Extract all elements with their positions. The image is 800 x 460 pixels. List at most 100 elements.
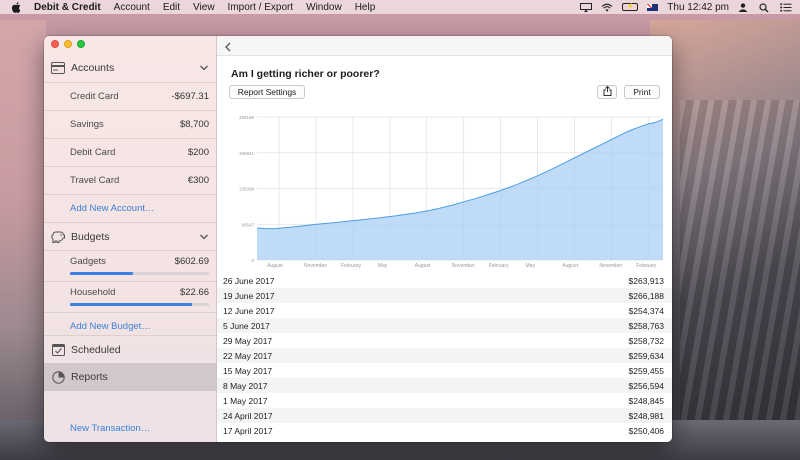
sidebar-item-credit-card[interactable]: Credit Card -$697.31 xyxy=(44,82,217,110)
table-row[interactable]: 22 May 2017 $259,634 xyxy=(217,348,672,363)
row-amount: $254,374 xyxy=(628,306,664,316)
row-amount: $259,634 xyxy=(628,351,664,361)
sidebar-item-travel-card[interactable]: Travel Card €300 xyxy=(44,166,217,194)
sidebar: Accounts Credit Card -$697.31 Savings $8… xyxy=(44,36,217,442)
apple-menu-icon[interactable] xyxy=(11,1,22,13)
account-name: Savings xyxy=(70,119,104,130)
add-new-budget-link[interactable]: Add New Budget… xyxy=(70,321,151,332)
report-pane: Am I getting richer or poorer? Report Se… xyxy=(217,36,672,442)
menu-window[interactable]: Window xyxy=(306,2,342,13)
chart-x-tick-label: May xyxy=(378,263,388,269)
chart-y-tick-label: 198841 xyxy=(239,151,255,156)
chevron-down-icon[interactable] xyxy=(199,232,209,242)
row-date: 19 June 2017 xyxy=(223,291,275,301)
print-button[interactable]: Print xyxy=(624,85,660,99)
table-row[interactable]: 1 May 2017 $248,845 xyxy=(217,393,672,408)
budget-progress-bar xyxy=(70,303,209,306)
share-button[interactable] xyxy=(597,85,617,99)
menu-app-name[interactable]: Debit & Credit xyxy=(34,2,101,13)
table-row[interactable]: 15 May 2017 $259,455 xyxy=(217,363,672,378)
row-date: 1 May 2017 xyxy=(223,396,268,406)
add-new-account-link[interactable]: Add New Account… xyxy=(70,203,155,214)
menu-view[interactable]: View xyxy=(193,2,215,13)
app-window: Accounts Credit Card -$697.31 Savings $8… xyxy=(44,36,672,442)
row-amount: $256,594 xyxy=(628,381,664,391)
table-row[interactable]: 8 May 2017 $256,594 xyxy=(217,378,672,393)
report-title: Am I getting richer or poorer? xyxy=(231,68,380,80)
row-date: 29 May 2017 xyxy=(223,336,273,346)
list-icon[interactable] xyxy=(780,2,792,12)
back-chevron-icon[interactable] xyxy=(223,40,233,52)
desktop-wallpaper-left xyxy=(0,20,46,460)
sidebar-item-gadgets[interactable]: Gadgets $602.69 xyxy=(44,250,217,281)
chevron-down-icon[interactable] xyxy=(199,63,209,73)
row-amount: $248,845 xyxy=(628,396,664,406)
chart-y-tick-label: 268188 xyxy=(239,115,255,120)
sidebar-section-budgets[interactable]: Budgets xyxy=(44,222,217,250)
sidebar-item-reports[interactable]: Reports xyxy=(44,363,217,391)
chart-svg: 268188 198841 135099 68547 0 August November Fe… xyxy=(239,115,664,269)
budget-progress-bar xyxy=(70,272,209,275)
sidebar-section-accounts[interactable]: Accounts xyxy=(44,54,217,82)
reports-label: Reports xyxy=(71,371,108,383)
menu-import-export[interactable]: Import / Export xyxy=(228,2,294,13)
table-row[interactable]: 26 June 2017 $263,913 xyxy=(217,273,672,288)
spotlight-icon[interactable] xyxy=(759,2,771,12)
airplay-icon[interactable] xyxy=(580,2,593,12)
row-amount: $263,913 xyxy=(628,276,664,286)
battery-icon[interactable]: ⚡ xyxy=(622,3,639,11)
sidebar-item-scheduled[interactable]: Scheduled xyxy=(44,335,217,363)
close-window-button[interactable] xyxy=(51,40,59,48)
user-icon[interactable] xyxy=(738,2,750,12)
share-icon xyxy=(603,85,612,98)
accounts-label: Accounts xyxy=(71,62,115,74)
menu-edit[interactable]: Edit xyxy=(163,2,180,13)
sidebar-item-savings[interactable]: Savings $8,700 xyxy=(44,110,217,138)
scheduled-label: Scheduled xyxy=(71,343,121,356)
row-amount: $250,406 xyxy=(628,426,664,436)
menu-help[interactable]: Help xyxy=(355,2,376,13)
accounts-icon xyxy=(51,61,65,75)
table-row[interactable]: 19 June 2017 $266,188 xyxy=(217,288,672,303)
calendar-icon xyxy=(51,343,65,357)
account-balance: €300 xyxy=(187,175,209,186)
report-settings-button[interactable]: Report Settings xyxy=(229,85,305,99)
chart-x-tick-label: February xyxy=(636,263,657,269)
table-row[interactable]: 5 June 2017 $258,763 xyxy=(217,318,672,333)
table-row[interactable]: 17 April 2017 $250,406 xyxy=(217,423,672,438)
desktop-wallpaper-mountain xyxy=(650,20,800,460)
account-name: Travel Card xyxy=(70,175,120,186)
new-transaction-link[interactable]: New Transaction… xyxy=(70,423,150,434)
minimize-window-button[interactable] xyxy=(64,40,72,48)
budget-progress-fill xyxy=(70,303,193,306)
sidebar-item-debit-card[interactable]: Debit Card $200 xyxy=(44,138,217,166)
report-toolbar xyxy=(217,36,672,56)
budget-progress-fill xyxy=(70,272,133,275)
wifi-icon[interactable] xyxy=(601,3,613,12)
table-row[interactable]: 24 April 2017 $248,981 xyxy=(217,408,672,423)
account-balance: $8,700 xyxy=(179,119,209,130)
sidebar-item-household[interactable]: Household $22.66 xyxy=(44,281,217,312)
chart-x-tick-label: May xyxy=(526,263,536,269)
table-row[interactable]: 29 May 2017 $258,732 xyxy=(217,333,672,348)
row-amount: $248,981 xyxy=(628,411,664,421)
budget-name: Household xyxy=(70,287,116,298)
chart-y-tick-label: 0 xyxy=(251,258,254,263)
menu-bar-status-area: ⚡ Thu 12:42 pm xyxy=(580,0,792,14)
chart-x-tick-label: August xyxy=(562,263,578,269)
menu-bar: Debit & Credit Account Edit View Import … xyxy=(0,0,800,14)
row-date: 12 June 2017 xyxy=(223,306,275,316)
menu-clock[interactable]: Thu 12:42 pm xyxy=(667,2,729,13)
pie-chart-icon xyxy=(51,370,65,384)
chart-x-tick-label: November xyxy=(599,263,622,269)
chart-area-fill xyxy=(257,119,663,260)
row-date: 5 June 2017 xyxy=(223,321,270,331)
budget-amount: $22.66 xyxy=(179,287,209,298)
account-balance: $200 xyxy=(187,147,209,158)
zoom-window-button[interactable] xyxy=(77,40,85,48)
table-row[interactable]: 12 June 2017 $254,374 xyxy=(217,303,672,318)
flag-icon[interactable] xyxy=(647,3,659,11)
menu-account[interactable]: Account xyxy=(114,2,150,13)
chart-x-tick-label: August xyxy=(267,263,283,269)
row-amount: $258,732 xyxy=(628,336,664,346)
